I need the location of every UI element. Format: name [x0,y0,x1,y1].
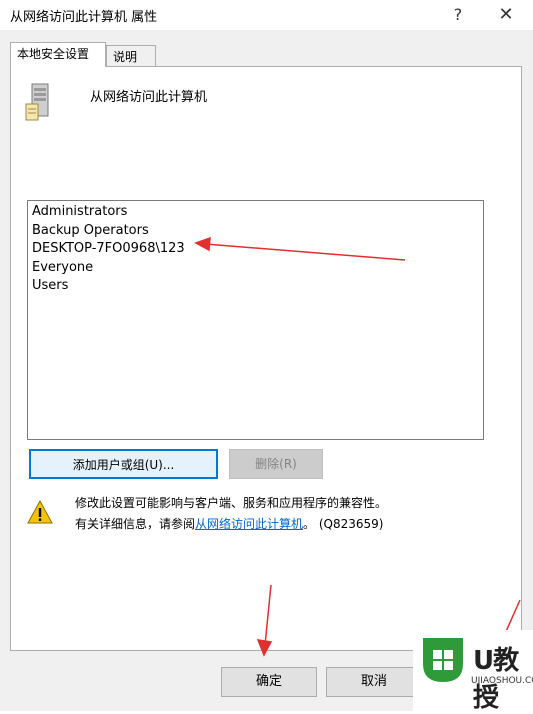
add-user-or-group-button[interactable]: 添加用户或组(U)... [29,449,218,479]
tab-local-security[interactable]: 本地安全设置 [10,42,106,67]
close-button[interactable]: ✕ [484,0,528,30]
help-button[interactable]: ? [436,0,480,30]
title-bar: 从网络访问此计算机 属性 ? ✕ [0,0,533,30]
watermark: U教授 UJIAOSHOU.COM [413,630,533,713]
window-title: 从网络访问此计算机 属性 [10,10,158,25]
help-link[interactable]: 从网络访问此计算机 [195,517,303,531]
warning-text-prefix: 有关详细信息，请参阅 [75,517,196,531]
ujiaoshou-logo-icon [423,638,463,682]
list-item[interactable]: Everyone [32,259,479,278]
list-item[interactable]: Users [32,277,479,296]
warning-text-line1: 修改此设置可能影响与客户端、服务和应用程序的兼容性。 [75,496,388,510]
list-item[interactable]: Backup Operators [32,222,479,241]
ok-button[interactable]: 确定 [221,667,317,697]
warning-text-line2: 有关详细信息，请参阅从网络访问此计算机。 (Q823659) [75,515,383,532]
remove-button[interactable]: 删除(R) [229,449,323,479]
watermark-url: UJIAOSHOU.COM [471,676,533,686]
members-listbox[interactable]: Administrators Backup Operators DESKTOP-… [27,200,484,440]
warning-icon [27,500,53,524]
list-item[interactable]: DESKTOP-7FO0968\123 [32,240,479,259]
policy-name: 从网络访问此计算机 [90,90,208,105]
tab-explain[interactable]: 说明 [106,45,156,67]
server-icon [25,83,49,121]
cancel-button[interactable]: 取消 [326,667,422,697]
warning-text-suffix: 。 (Q823659) [303,517,384,531]
list-item[interactable]: Administrators [32,203,479,222]
